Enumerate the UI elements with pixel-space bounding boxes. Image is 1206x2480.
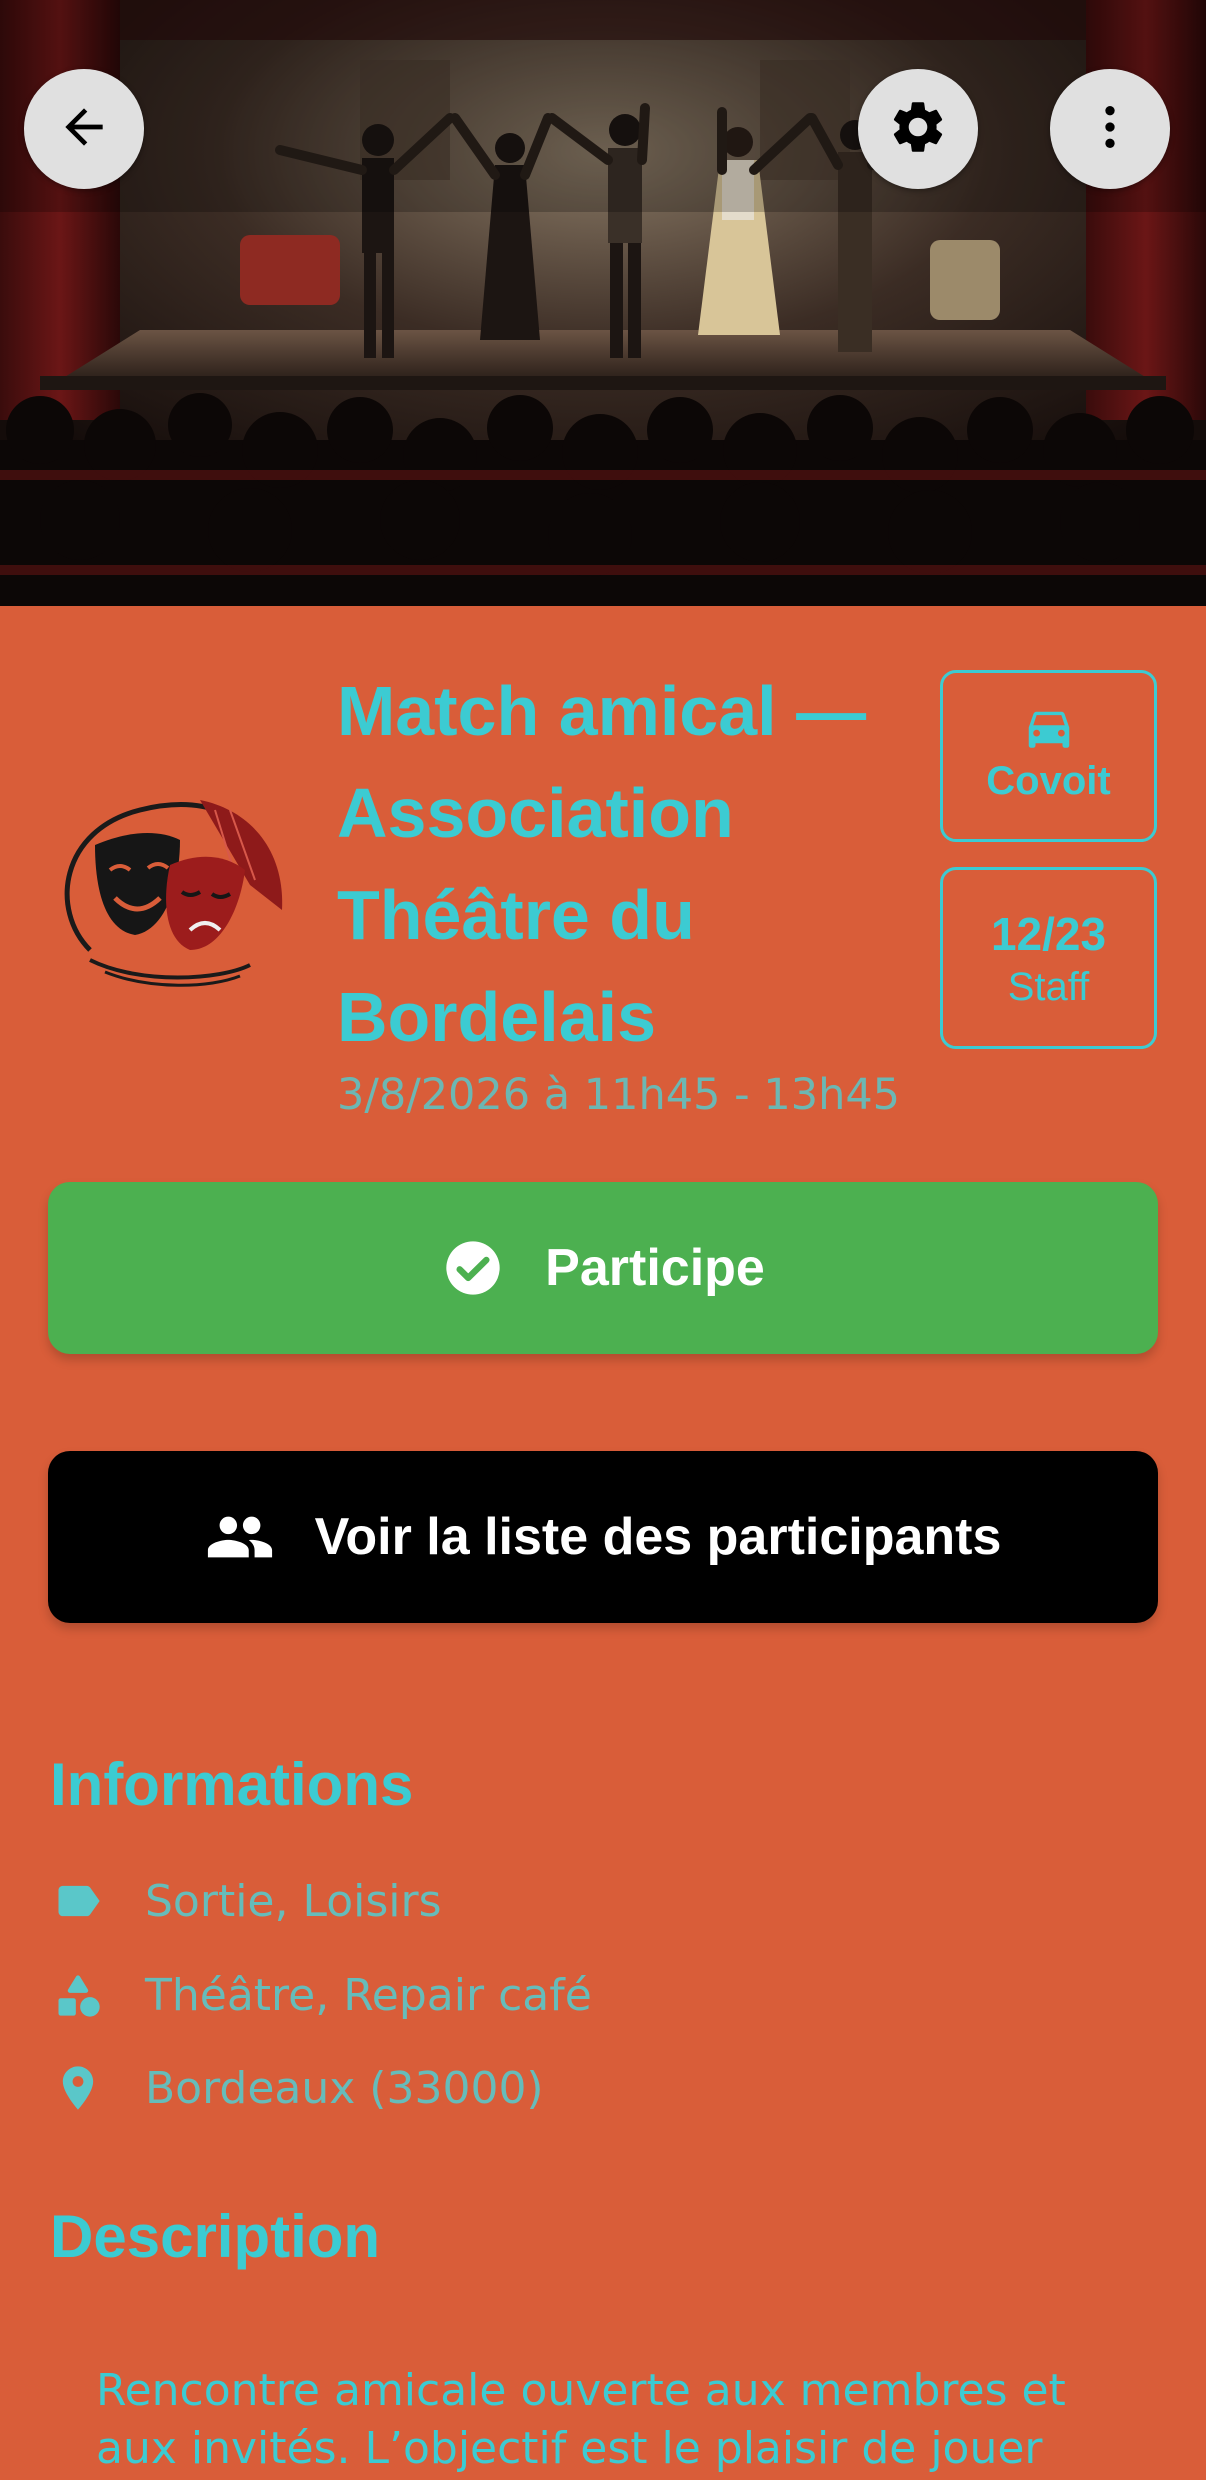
- check-circle-icon: [441, 1236, 505, 1300]
- back-button[interactable]: [24, 69, 144, 189]
- informations-heading: Informations: [50, 1751, 414, 1818]
- gear-icon: [887, 96, 949, 162]
- staff-count: 12/23: [990, 907, 1107, 960]
- info-categories-text: Sortie, Loisirs: [145, 1875, 442, 1927]
- hero-top-scrim: [0, 0, 1206, 212]
- participants-list-button[interactable]: Voir la liste des participants: [48, 1451, 1158, 1623]
- more-vertical-icon: [1082, 99, 1138, 159]
- info-activities-text: Théâtre, Repair café: [145, 1969, 592, 2021]
- shapes-icon: [50, 1969, 106, 2021]
- staff-label: Staff: [1007, 964, 1090, 1009]
- participate-button[interactable]: Participe: [48, 1182, 1158, 1354]
- info-location-text: Bordeaux (33000): [145, 2062, 544, 2114]
- staff-chip[interactable]: 12/23 Staff: [940, 867, 1157, 1049]
- hero-image: [0, 0, 1206, 606]
- info-location: Bordeaux (33000): [50, 2053, 544, 2123]
- info-categories: Sortie, Loisirs: [50, 1866, 442, 1936]
- carpool-label: Covoit: [986, 758, 1111, 803]
- participants-list-label: Voir la liste des participants: [314, 1508, 1002, 1566]
- tag-icon: [50, 1875, 106, 1927]
- group-icon: [205, 1502, 275, 1572]
- description-heading: Description: [50, 2203, 381, 2270]
- event-title: Match amical — Association Théâtre du Bo…: [337, 672, 867, 1056]
- more-options-button[interactable]: [1050, 69, 1170, 189]
- participate-label: Participe: [545, 1239, 765, 1297]
- event-datetime: 3/8/2026 à 11h45 - 13h45: [337, 1070, 901, 1120]
- carpool-chip[interactable]: Covoit: [940, 670, 1157, 842]
- location-pin-icon: [50, 2062, 106, 2114]
- theatre-masks-logo: [50, 790, 290, 1000]
- description-text: Rencontre amicale ouverte aux membres et…: [96, 2365, 1066, 2474]
- info-activities: Théâtre, Repair café: [50, 1960, 592, 2030]
- settings-button[interactable]: [858, 69, 978, 189]
- car-icon: [1022, 709, 1076, 759]
- arrow-left-icon: [56, 99, 112, 159]
